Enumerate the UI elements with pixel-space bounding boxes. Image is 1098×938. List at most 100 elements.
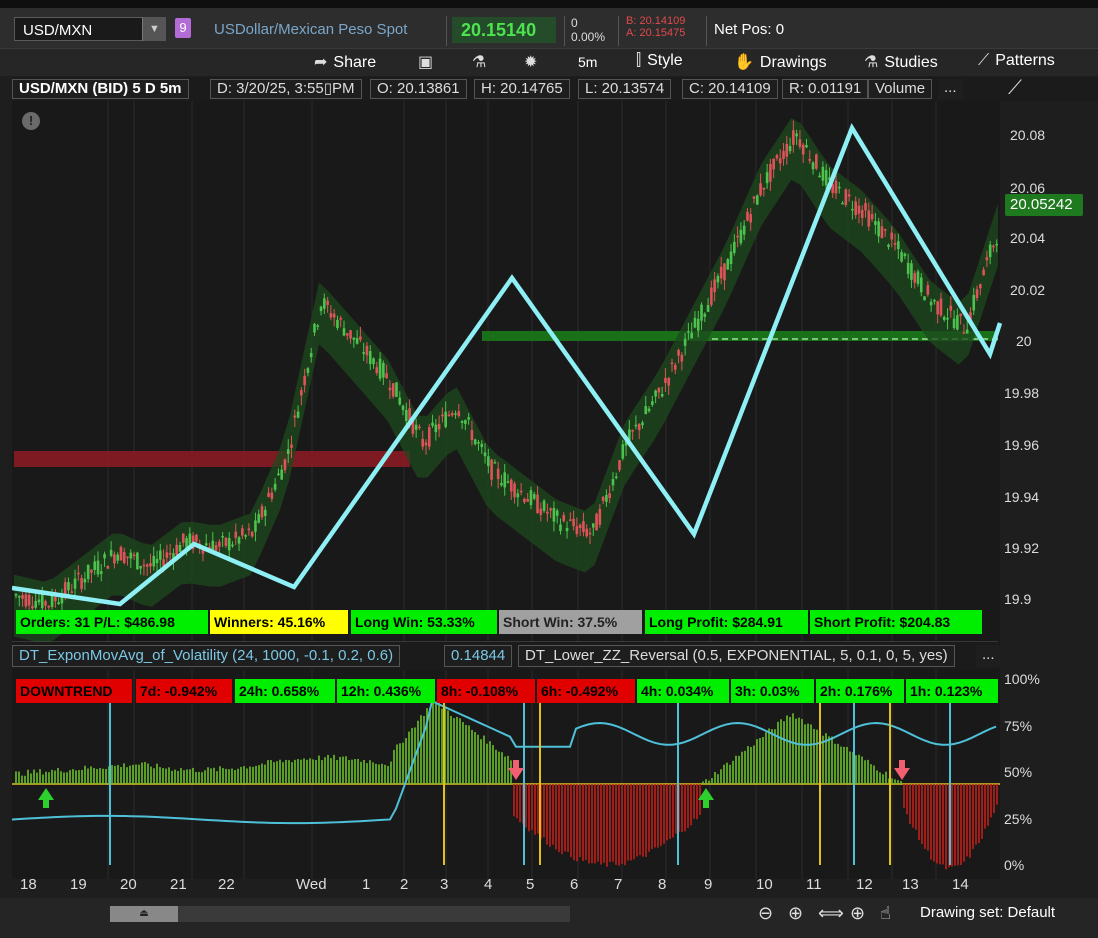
- candle-body: [532, 494, 536, 499]
- candle-body: [336, 319, 339, 328]
- candle-body: [309, 352, 313, 358]
- candle-body: [80, 577, 83, 589]
- patterns-button[interactable]: ⟋ Patterns: [978, 52, 1055, 70]
- divider: [618, 16, 619, 46]
- candle-body: [762, 187, 766, 190]
- candle-body: [834, 180, 838, 194]
- time-axis-label: 11: [806, 876, 822, 893]
- candle-body: [395, 382, 398, 397]
- more-button[interactable]: ...: [938, 79, 963, 99]
- candle-body: [159, 550, 162, 560]
- candle-body: [647, 408, 651, 412]
- time-axis-label: 14: [952, 876, 969, 893]
- interval-button[interactable]: 5m: [578, 54, 597, 70]
- study-label-zigzag[interactable]: DT_Lower_ZZ_Reversal (0.5, EXPONENTIAL, …: [518, 645, 955, 667]
- candle-body: [726, 259, 730, 270]
- candle-body: [673, 364, 677, 370]
- candle-body: [621, 444, 625, 459]
- chart-area[interactable]: [12, 101, 1098, 898]
- lower-axis-label: 0%: [1004, 857, 1025, 873]
- symbol-description: USDollar/Mexican Peso Spot: [214, 21, 408, 38]
- symbol-dropdown-icon[interactable]: ▼: [142, 17, 166, 41]
- candle-body: [815, 154, 818, 169]
- crosshair-icon[interactable]: ⊕: [850, 903, 865, 924]
- zoom-fit-icon[interactable]: ⟋: [1008, 77, 1022, 100]
- flask-button[interactable]: ⚗: [472, 52, 492, 72]
- buy-arrow-stem: [43, 800, 49, 808]
- short-profit-badge: Short Profit: $204.83: [810, 610, 982, 634]
- sell-arrow-stem: [899, 760, 905, 768]
- time-axis-label: 1: [362, 876, 371, 893]
- candle-body: [155, 558, 159, 564]
- candle-body: [818, 175, 821, 178]
- candle-body: [323, 298, 326, 309]
- price-label: 19.92: [1004, 540, 1040, 556]
- candle-body: [929, 301, 933, 306]
- candle-body: [168, 553, 172, 555]
- price-label: 19.98: [1004, 385, 1040, 401]
- candle-body: [24, 594, 28, 607]
- candle-body: [241, 528, 244, 536]
- volume-toggle[interactable]: Volume: [868, 79, 933, 99]
- candle-body: [54, 596, 57, 602]
- candle-body: [113, 554, 116, 564]
- timeframe-badge: 3h: 0.03%: [731, 679, 814, 703]
- candle-body: [900, 252, 903, 262]
- current-price-text: 20.05242: [1010, 196, 1073, 213]
- candle-body: [513, 483, 516, 498]
- candle-body: [90, 569, 93, 573]
- candle-body: [992, 245, 995, 248]
- study-label-volatility[interactable]: DT_ExponMovAvg_of_Volatility (24, 1000, …: [12, 645, 401, 667]
- candle-body: [942, 316, 946, 320]
- candle-body: [870, 214, 874, 220]
- time-axis-label: 9: [704, 876, 713, 893]
- candle-body: [539, 508, 543, 515]
- candle-body: [614, 476, 618, 479]
- close-field: C: 20.14109: [682, 79, 778, 99]
- candle-body: [300, 390, 303, 396]
- study-more-button[interactable]: ...: [976, 645, 1001, 667]
- candle-body: [234, 531, 238, 538]
- scroll-home-button[interactable]: ⏏: [110, 906, 178, 922]
- candle-body: [375, 367, 379, 374]
- screenshot-button[interactable]: ▣: [418, 52, 439, 72]
- candle-body: [345, 333, 349, 336]
- candle-body: [37, 599, 41, 603]
- candle-body: [119, 547, 123, 561]
- resistance-zone: [14, 451, 410, 467]
- candle-body: [391, 383, 395, 397]
- info-icon[interactable]: !: [22, 112, 40, 130]
- zoom-in-icon[interactable]: ⊕: [788, 903, 803, 924]
- candle-body: [651, 401, 654, 405]
- link-badge[interactable]: 9: [175, 18, 191, 38]
- candle-body: [267, 492, 270, 497]
- winners-badge: Winners: 45.16%: [210, 610, 348, 634]
- candle-body: [414, 424, 418, 430]
- drawing-set-selector[interactable]: Drawing set: Default: [920, 904, 1055, 921]
- patterns-label: Patterns: [995, 52, 1055, 69]
- zoom-out-icon[interactable]: ⊖: [758, 903, 773, 924]
- share-button[interactable]: ➦ Share: [314, 52, 376, 72]
- drawings-button[interactable]: ✋ Drawings: [734, 52, 827, 72]
- candle-body: [785, 143, 789, 157]
- style-icon: ⫿: [636, 52, 642, 69]
- candle-body: [122, 551, 126, 564]
- candle-body: [427, 427, 431, 447]
- candle-body: [355, 338, 359, 344]
- candle-body: [359, 336, 362, 340]
- settings-button[interactable]: ✹: [524, 52, 543, 72]
- lower-axis-label: 100%: [1004, 671, 1040, 687]
- pan-icon[interactable]: ⟺: [818, 903, 844, 924]
- horizontal-scrollbar[interactable]: [110, 906, 570, 922]
- candle-body: [63, 582, 67, 596]
- candle-body: [772, 158, 775, 170]
- candle-body: [985, 257, 989, 261]
- hand-icon[interactable]: ☝: [880, 903, 891, 924]
- candle-body: [687, 331, 690, 333]
- gear-icon: ✹: [524, 54, 538, 71]
- style-button[interactable]: ⫿ Style: [636, 52, 683, 70]
- candle-body: [247, 528, 251, 531]
- candle-body: [34, 601, 37, 608]
- studies-button[interactable]: ⚗ Studies: [864, 52, 938, 72]
- candle-body: [883, 229, 887, 231]
